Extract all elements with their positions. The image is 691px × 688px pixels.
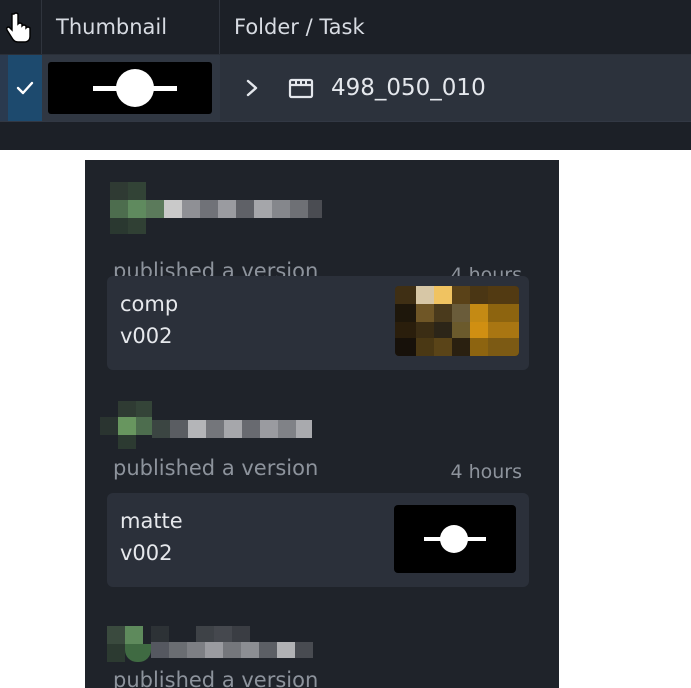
- chevron-right-icon[interactable]: [242, 77, 262, 99]
- folder-task-cell: 498_050_010: [220, 55, 691, 121]
- table-row[interactable]: 498_050_010: [0, 55, 691, 122]
- activity-action-text: published a version: [113, 668, 319, 688]
- avatar[interactable]: [110, 182, 146, 234]
- avatar[interactable]: [107, 626, 151, 662]
- thumbnail-column-header[interactable]: Thumbnail: [42, 0, 220, 54]
- version-card[interactable]: comp v002: [107, 276, 529, 370]
- activity-action-text: published a version: [113, 456, 319, 480]
- select-column-header[interactable]: [0, 0, 42, 54]
- clapperboard-icon: [288, 78, 314, 99]
- folder-task-column-header[interactable]: Folder / Task: [220, 0, 691, 54]
- version-thumbnail: [394, 505, 516, 573]
- version-label: v002: [120, 541, 173, 565]
- activity-item: published a version: [85, 622, 559, 688]
- user-name-pixelated: [146, 200, 322, 218]
- activity-feed: published a version 4 hours comp v002 pu…: [85, 160, 559, 688]
- avatar[interactable]: [100, 401, 154, 449]
- folder-name[interactable]: 498_050_010: [331, 55, 486, 121]
- version-card[interactable]: matte v002: [107, 493, 529, 587]
- versions-table: Thumbnail Folder / Task 498_050_010: [0, 0, 691, 150]
- product-name: comp: [120, 292, 179, 316]
- placeholder-thumbnail-icon: [424, 525, 486, 553]
- checkmark-icon: [16, 81, 34, 95]
- activity-timestamp: 4 hours: [450, 461, 522, 483]
- thumbnail-cell: [42, 55, 220, 121]
- placeholder-thumbnail-icon: [93, 69, 177, 107]
- hand-pointer-icon: [6, 12, 31, 43]
- activity-item: published a version 4 hours matte v002: [85, 397, 559, 597]
- user-name-pixelated: [151, 626, 321, 658]
- row-select-checkbox[interactable]: [8, 55, 42, 121]
- user-name-pixelated: [152, 420, 312, 438]
- product-name: matte: [120, 509, 183, 533]
- activity-item: published a version 4 hours comp v002: [85, 180, 559, 380]
- table-footer: [0, 122, 691, 150]
- version-thumbnail: [395, 286, 519, 356]
- version-label: v002: [120, 324, 173, 348]
- thumbnail-image: [48, 62, 212, 114]
- table-header: Thumbnail Folder / Task: [0, 0, 691, 55]
